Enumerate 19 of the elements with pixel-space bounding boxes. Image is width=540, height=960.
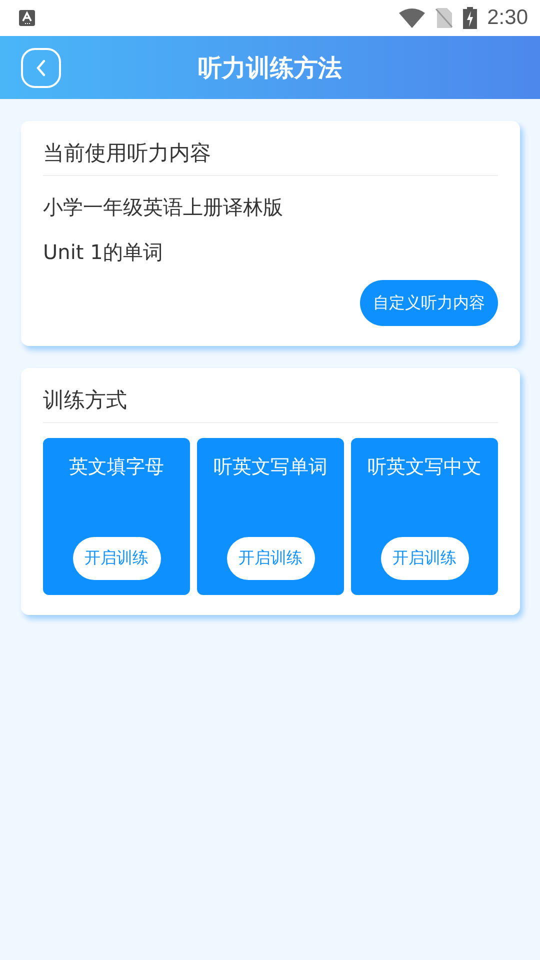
mode-label: 听英文写中文 bbox=[368, 455, 482, 480]
no-sim-icon bbox=[435, 8, 454, 28]
content-text: 小学一年级英语上册译林版 bbox=[43, 194, 284, 221]
mode-label: 听英文写单词 bbox=[214, 455, 328, 480]
card-title: 训练方式 bbox=[43, 388, 127, 412]
card-title: 当前使用听力内容 bbox=[43, 141, 211, 165]
page-title: 听力训练方法 bbox=[198, 52, 342, 84]
customize-button[interactable]: 自定义听力内容 bbox=[360, 280, 498, 326]
back-button[interactable] bbox=[21, 48, 61, 88]
content-text: Unit 1的单词 bbox=[43, 239, 164, 266]
keyboard-notification-icon bbox=[19, 10, 35, 26]
battery-charging-icon bbox=[463, 7, 478, 29]
start-button[interactable]: 开启训练 bbox=[226, 537, 314, 580]
start-button[interactable]: 开启训练 bbox=[380, 537, 468, 580]
chevron-left-icon bbox=[35, 58, 47, 78]
status-time: 2:30 bbox=[487, 6, 528, 30]
wifi-icon bbox=[399, 8, 426, 28]
mode-label: 英文填字母 bbox=[69, 455, 164, 480]
start-button[interactable]: 开启训练 bbox=[72, 537, 160, 580]
